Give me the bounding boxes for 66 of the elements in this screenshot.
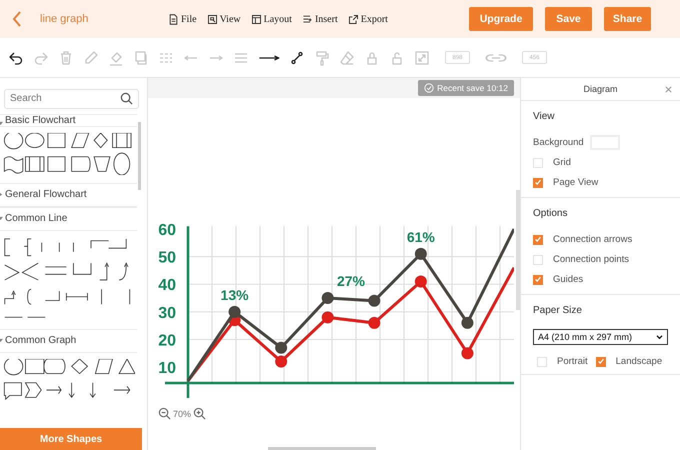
axis-tick-label: 30 (158, 304, 176, 322)
section-title[interactable]: Common Graph (5, 335, 76, 346)
checkbox-label[interactable]: Landscape (616, 356, 662, 367)
axis-tick-label: 50 (158, 250, 176, 267)
background-label: Background (533, 137, 584, 148)
zoom-out-icon[interactable] (158, 407, 171, 420)
section-title[interactable]: Common Line (5, 213, 68, 224)
caret-icon[interactable] (656, 334, 663, 340)
menu-item[interactable]: File (168, 14, 197, 24)
checkbox-label[interactable]: Portrait (557, 356, 588, 367)
checkbox[interactable] (533, 178, 543, 188)
menu-item[interactable]: Export (348, 14, 388, 24)
scrollbar[interactable] (516, 190, 520, 310)
undo-icon[interactable] (8, 50, 24, 66)
data-point (414, 248, 427, 260)
menu-item[interactable]: Insert (302, 14, 338, 24)
view-icon[interactable] (206, 14, 218, 24)
axis-tick-label: 20 (158, 332, 176, 350)
scrollbar[interactable] (138, 122, 141, 190)
search-icon[interactable] (120, 92, 133, 105)
menu-item[interactable]: Layout (250, 14, 292, 24)
zoom-level: 70% (173, 408, 192, 418)
checkbox-label[interactable]: Guides (553, 274, 584, 285)
panel-title: Diagram (583, 84, 618, 94)
save-status-badge: Recent save 10:12 (418, 80, 514, 96)
layout-icon[interactable] (250, 14, 262, 24)
data-point (228, 306, 241, 318)
close-icon[interactable] (665, 86, 672, 93)
section-title[interactable]: General Flowchart (5, 189, 87, 200)
checkbox[interactable] (596, 356, 606, 366)
data-point (461, 347, 474, 360)
annotation-label: 61% (406, 228, 435, 245)
annotation-label: 27% (336, 273, 366, 290)
data-point (368, 316, 380, 329)
checkbox-label[interactable]: Connection arrows (553, 234, 632, 245)
shape-palette-drawing[interactable] (3, 358, 135, 400)
insert-icon[interactable] (302, 14, 313, 24)
checkbox-label[interactable]: Connection points (553, 254, 630, 265)
data-point (461, 316, 474, 329)
checkbox[interactable] (533, 274, 543, 284)
section-title: View (533, 111, 556, 122)
data-point (275, 342, 288, 354)
zoom-in-icon[interactable] (193, 407, 206, 420)
connector-icon[interactable] (289, 50, 305, 66)
checkbox-label[interactable]: Grid (553, 157, 571, 168)
paper-size-dropdown[interactable]: A4 (210 mm x 297 mm) (533, 329, 668, 345)
back-icon[interactable] (12, 11, 22, 27)
axis-tick-label: 10 (158, 360, 176, 378)
axis-tick-label: 60 (158, 222, 176, 240)
data-point (414, 275, 427, 288)
data-point (368, 294, 380, 307)
data-point (275, 356, 288, 368)
checkbox-label[interactable]: Page View (553, 177, 598, 188)
section-title: Paper Size (533, 305, 583, 316)
menu-item[interactable]: View (206, 14, 241, 24)
data-point (322, 311, 334, 324)
annotation-label: 13% (220, 286, 249, 303)
search-field[interactable]: Search (4, 88, 139, 108)
data-point (322, 292, 334, 304)
section-title[interactable]: Basic Flowchart (5, 114, 76, 126)
section-title: Options (533, 208, 568, 219)
scrollbar[interactable] (268, 447, 376, 450)
export-icon[interactable] (348, 14, 359, 24)
file-icon[interactable] (168, 14, 179, 24)
checkbox[interactable] (533, 234, 543, 244)
axis-tick-label: 40 (158, 277, 176, 294)
